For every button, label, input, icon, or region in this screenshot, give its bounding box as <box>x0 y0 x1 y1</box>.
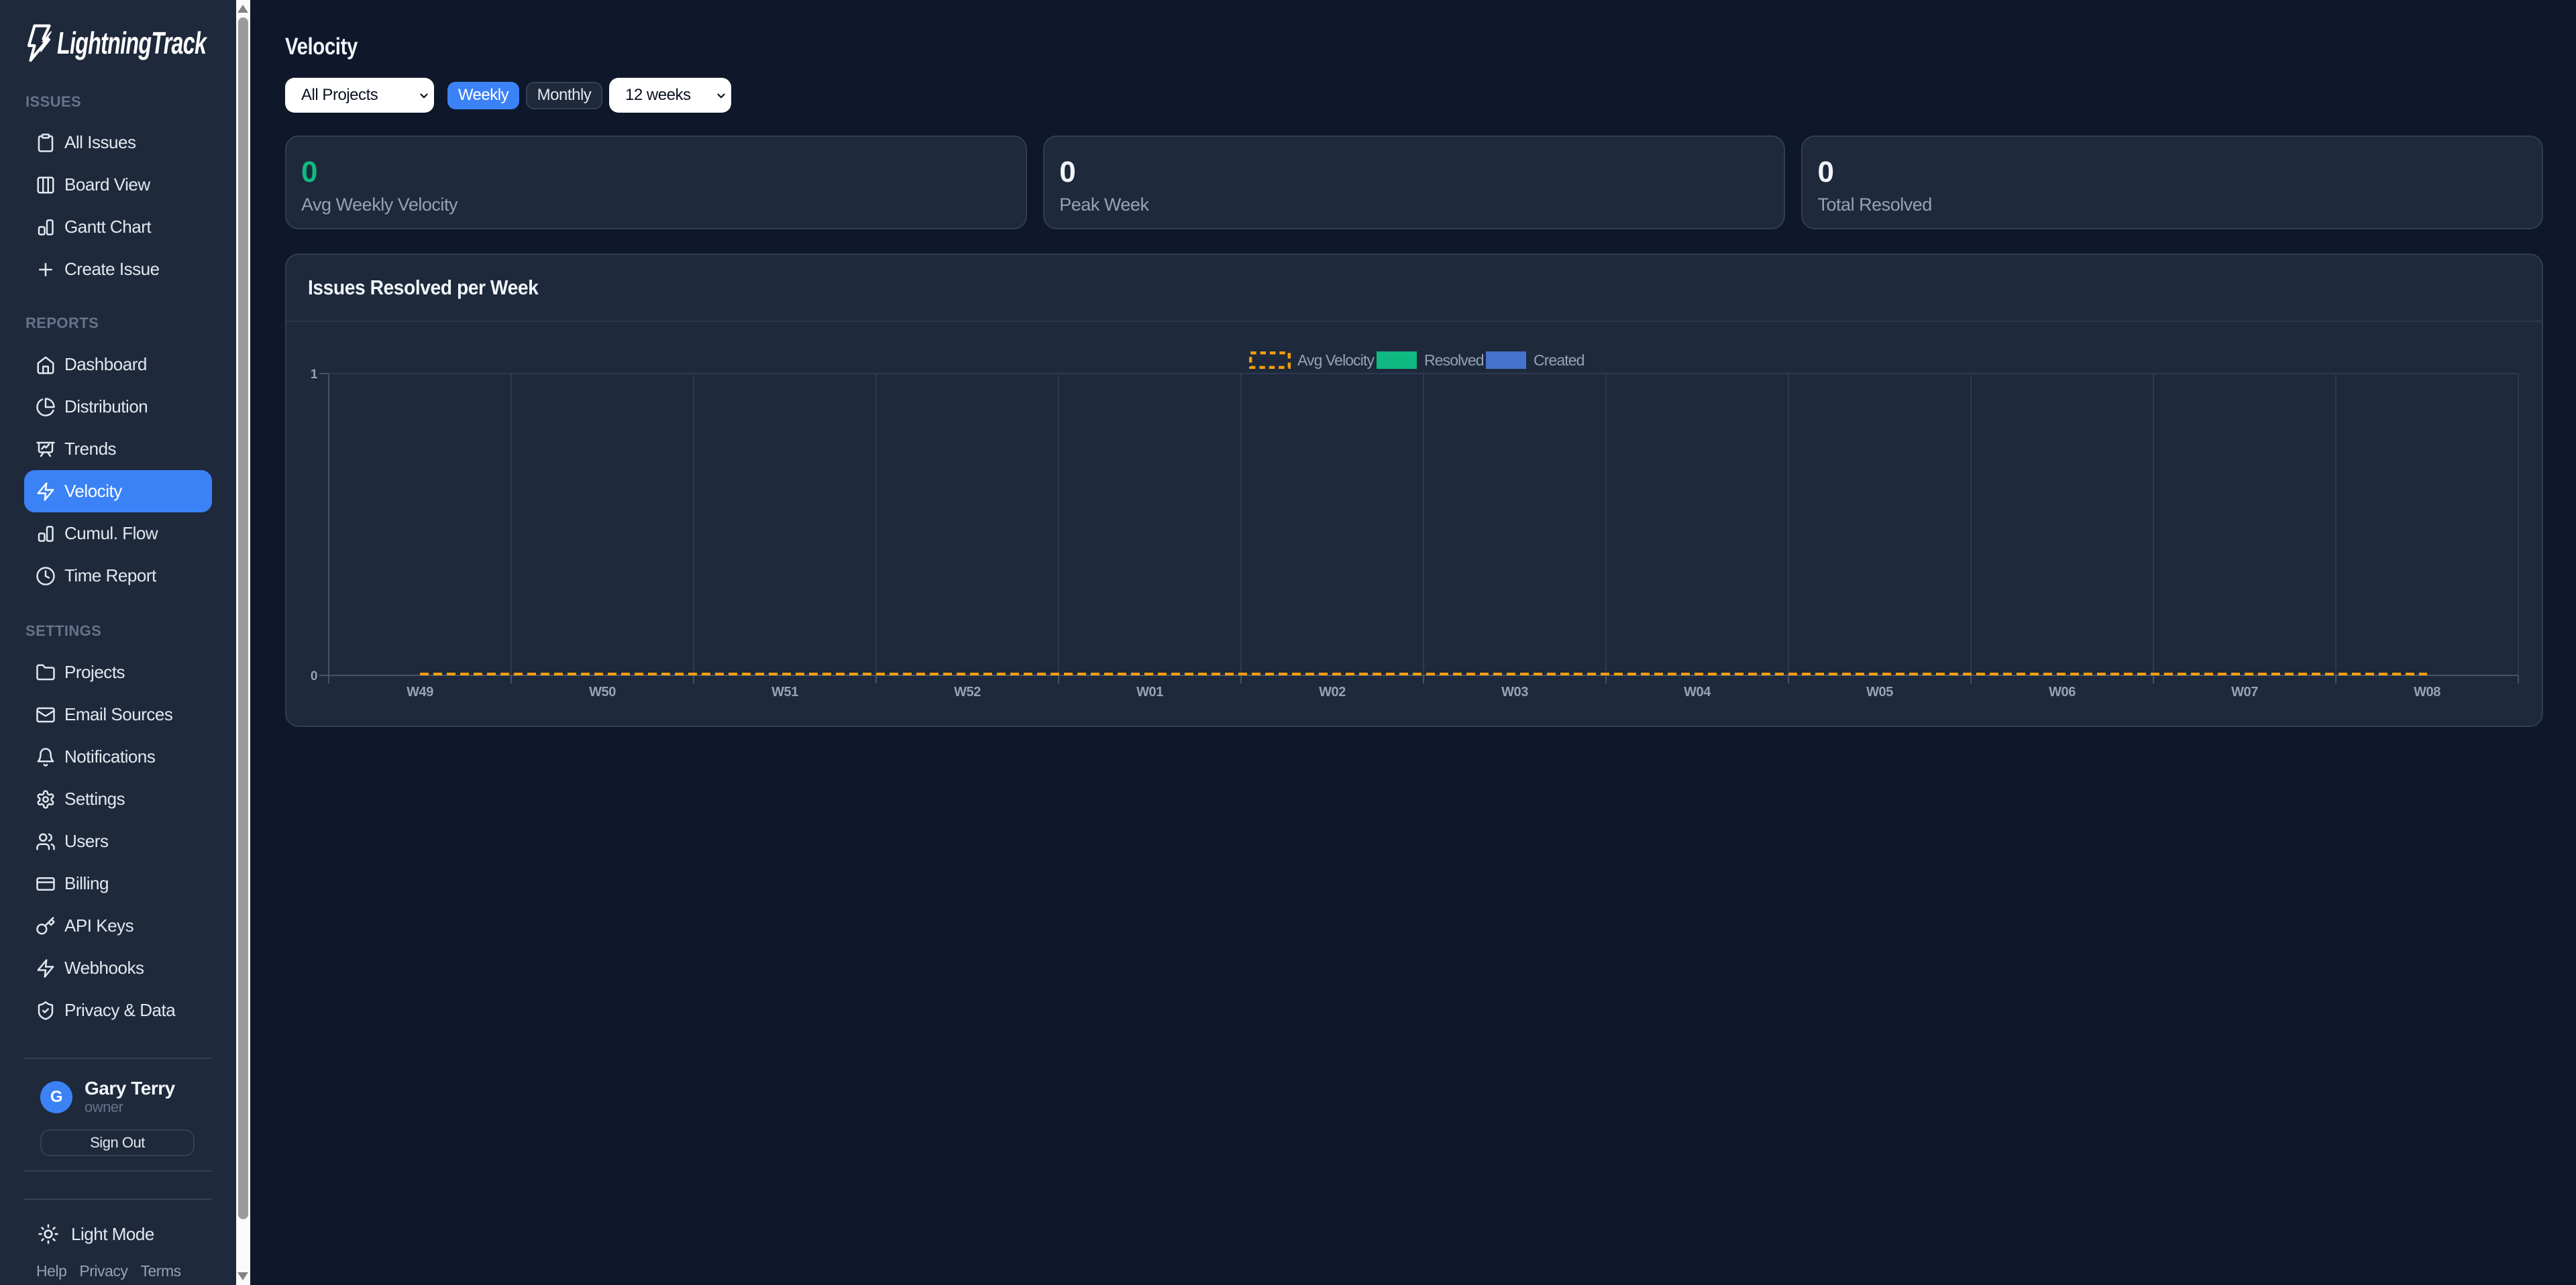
svg-text:W49: W49 <box>407 685 433 700</box>
svg-text:W04: W04 <box>1684 685 1711 700</box>
svg-text:1: 1 <box>311 368 318 382</box>
svg-text:W06: W06 <box>2049 685 2076 700</box>
svg-text:W02: W02 <box>1319 685 1346 700</box>
svg-text:W01: W01 <box>1136 685 1163 700</box>
svg-text:W08: W08 <box>2414 685 2440 700</box>
svg-text:W07: W07 <box>2231 685 2258 700</box>
svg-text:W52: W52 <box>954 685 981 700</box>
svg-text:W51: W51 <box>771 685 798 700</box>
svg-text:0: 0 <box>311 669 317 683</box>
svg-text:W05: W05 <box>1866 685 1893 700</box>
svg-text:W03: W03 <box>1501 685 1528 700</box>
svg-text:W50: W50 <box>589 685 616 700</box>
